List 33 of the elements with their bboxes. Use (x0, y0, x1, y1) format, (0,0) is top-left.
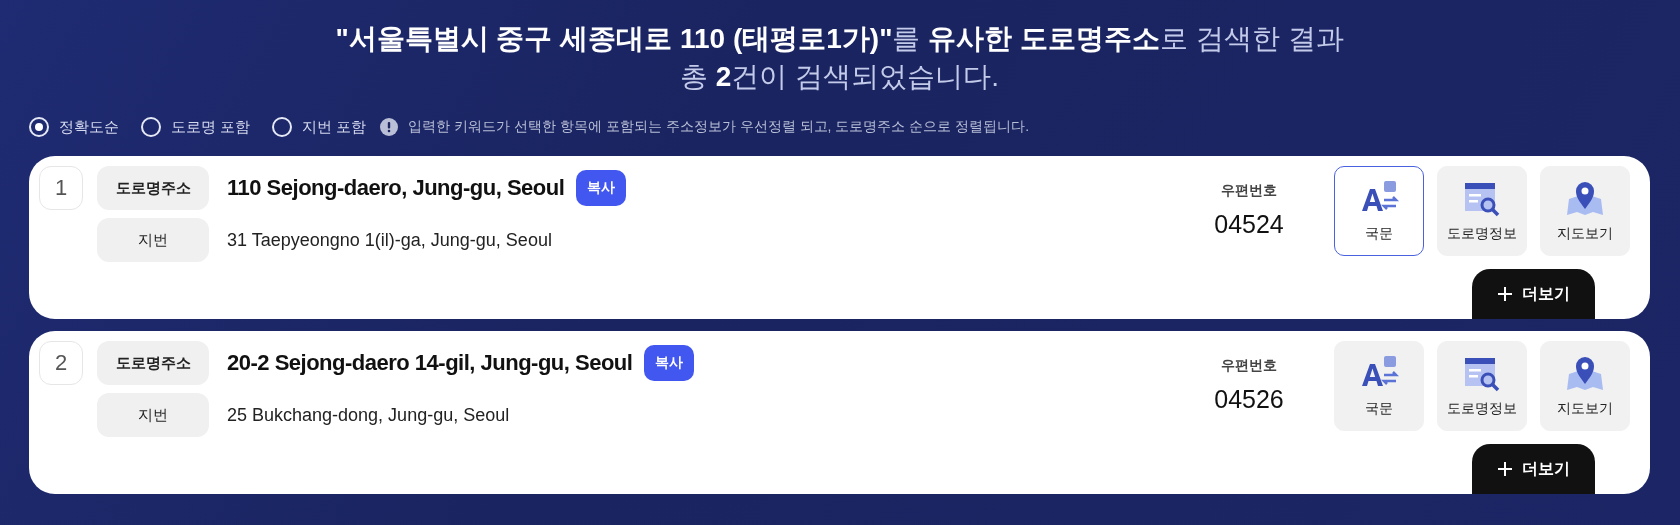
field-label: 도로명주소 (97, 166, 209, 210)
road-address: 110 Sejong-daero, Jung-gu, Seoul (227, 175, 565, 201)
results-count: 총 2건이 검색되었습니다. (679, 60, 1000, 94)
action-button[interactable]: 지도보기 (1540, 166, 1630, 256)
plus-icon (1497, 287, 1512, 301)
zip-code: 04526 (1214, 385, 1284, 414)
sort-radio[interactable]: 지번 포함 (272, 117, 367, 137)
sort-radio[interactable]: 정확도순 (29, 117, 119, 137)
sort-radio[interactable]: 도로명 포함 (141, 117, 251, 137)
copy-button[interactable]: 복사 (644, 345, 695, 381)
result-number: 1 (39, 166, 83, 210)
zip-label: 우편번호 (1221, 182, 1277, 200)
action-button[interactable]: 지도보기 (1540, 341, 1630, 431)
road-address: 20-2 Sejong-daero 14-gil, Jung-gu, Seoul (227, 350, 633, 376)
results-heading: "서울특별시 중구 세종대로 110 (태평로1가)"를 유사한 도로명주소로 검색한 결과 (334, 22, 1345, 56)
copy-button[interactable]: 복사 (576, 170, 627, 206)
lot-address: 25 Bukchang-dong, Jung-gu, Seoul (227, 404, 510, 426)
zip-code: 04524 (1214, 210, 1284, 239)
action-button[interactable]: 국문 (1334, 166, 1424, 256)
action-button[interactable]: 도로명정보 (1437, 341, 1527, 431)
action-button[interactable]: 국문 (1334, 341, 1424, 431)
more-button[interactable]: 더보기 (1472, 444, 1595, 494)
field-label: 도로명주소 (97, 341, 209, 385)
info-icon (380, 118, 399, 136)
plus-icon (1497, 462, 1512, 476)
result-number: 2 (39, 341, 83, 385)
zip-label: 우편번호 (1221, 357, 1277, 375)
sort-hint: 입력한 키워드가 선택한 항목에 포함되는 주소정보가 우선정렬 되고, 도로명주소 순으로 정렬됩니다. (408, 118, 1030, 136)
action-button[interactable]: 도로명정보 (1437, 166, 1527, 256)
lot-address: 31 Taepyeongno 1(il)-ga, Jung-gu, Seoul (227, 229, 552, 251)
field-label: 지번 (97, 393, 209, 437)
more-button[interactable]: 더보기 (1472, 269, 1595, 319)
field-label: 지번 (97, 218, 209, 262)
